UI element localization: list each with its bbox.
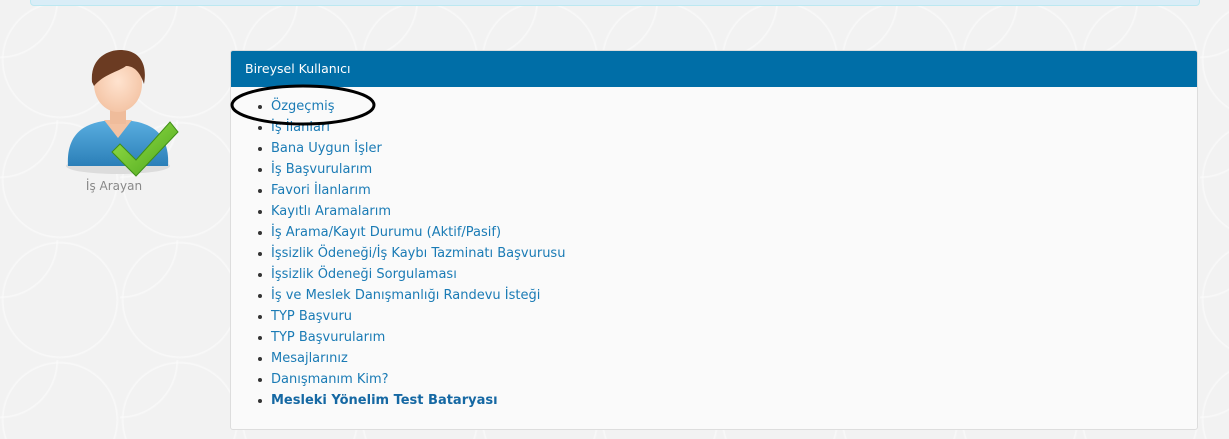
menu-link-typ-basvurularim[interactable]: TYP Başvurularım (271, 330, 385, 345)
menu-item-is-arama-kayit-durumu: İş Arama/Kayıt Durumu (Aktif/Pasif) (231, 222, 1197, 243)
menu-item-mesleki-yonelim-testi: Mesleki Yönelim Test Bataryası (231, 390, 1197, 411)
menu-link-typ-basvuru[interactable]: TYP Başvuru (271, 309, 352, 324)
menu-item-kayitli-aramalarim: Kayıtlı Aramalarım (231, 201, 1197, 222)
menu-link-danismanim-kim[interactable]: Danışmanım Kim? (271, 372, 389, 387)
menu-item-bana-uygun-isler: Bana Uygun İşler (231, 138, 1197, 159)
job-seeker-checkmark-icon (66, 50, 179, 177)
menu-item-favori-ilanlarim: Favori İlanlarım (231, 180, 1197, 201)
menu-link-mesajlariniz[interactable]: Mesajlarınız (271, 351, 348, 366)
user-menu-list: Özgeçmiş İş İlanları Bana Uygun İşler İş… (231, 87, 1197, 411)
menu-link-kayitli-aramalarim[interactable]: Kayıtlı Aramalarım (271, 204, 391, 219)
menu-link-is-arama-kayit-durumu[interactable]: İş Arama/Kayıt Durumu (Aktif/Pasif) (271, 225, 501, 240)
menu-link-is-basvurularim[interactable]: İş Başvurularım (271, 162, 372, 177)
user-avatar (60, 48, 180, 178)
menu-item-mesajlariniz: Mesajlarınız (231, 348, 1197, 369)
menu-item-danismanim-kim: Danışmanım Kim? (231, 369, 1197, 390)
panel-title: Bireysel Kullanıcı (231, 51, 1197, 87)
menu-link-bana-uygun-isler[interactable]: Bana Uygun İşler (271, 141, 382, 156)
menu-link-issizlik-odenegi-basvurusu[interactable]: İşsizlik Ödeneği/İş Kaybı Tazminatı Başv… (271, 246, 565, 261)
user-role-label: İş Arayan (85, 179, 143, 193)
menu-item-is-basvurularim: İş Başvurularım (231, 159, 1197, 180)
menu-item-ozgecmis: Özgeçmiş (231, 96, 1197, 117)
info-bar (30, 0, 1200, 6)
menu-link-ozgecmis[interactable]: Özgeçmiş (271, 99, 335, 114)
menu-item-issizlik-odenegi-basvurusu: İşsizlik Ödeneği/İş Kaybı Tazminatı Başv… (231, 243, 1197, 264)
menu-item-typ-basvurularim: TYP Başvurularım (231, 327, 1197, 348)
user-menu-panel: Bireysel Kullanıcı Özgeçmiş İş İlanları … (230, 50, 1198, 430)
menu-link-danismanlik-randevu[interactable]: İş ve Meslek Danışmanlığı Randevu İsteği (271, 288, 540, 303)
menu-item-issizlik-odenegi-sorgulamasi: İşsizlik Ödeneği Sorgulaması (231, 264, 1197, 285)
menu-link-issizlik-odenegi-sorgulamasi[interactable]: İşsizlik Ödeneği Sorgulaması (271, 267, 457, 282)
menu-item-is-ilanlari: İş İlanları (231, 117, 1197, 138)
menu-item-typ-basvuru: TYP Başvuru (231, 306, 1197, 327)
menu-link-mesleki-yonelim-testi[interactable]: Mesleki Yönelim Test Bataryası (271, 393, 498, 408)
menu-link-favori-ilanlarim[interactable]: Favori İlanlarım (271, 183, 371, 198)
menu-link-is-ilanlari[interactable]: İş İlanları (271, 120, 330, 135)
menu-item-danismanlik-randevu: İş ve Meslek Danışmanlığı Randevu İsteği (231, 285, 1197, 306)
